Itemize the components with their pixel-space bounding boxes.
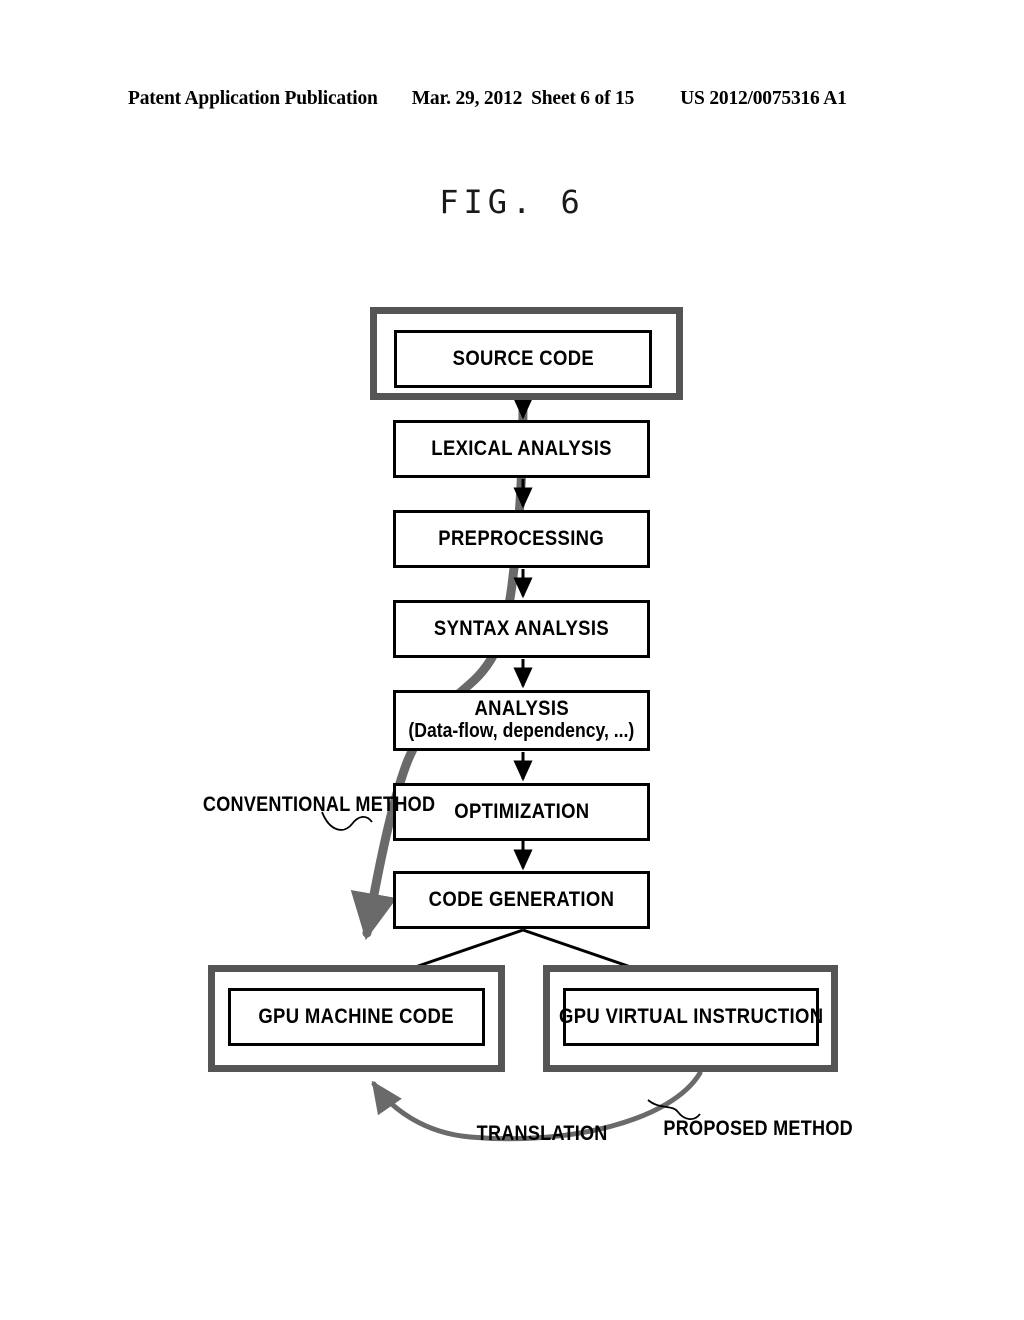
lexical-analysis-label: LEXICAL ANALYSIS [431,436,612,460]
source-code-label: SOURCE CODE [452,346,594,370]
header-date: Mar. 29, 2012 [411,88,523,109]
preprocessing-label: PREPROCESSING [438,526,605,550]
code-generation-label: CODE GENERATION [428,887,615,911]
conventional-method-label: CONVENTIONAL METHOD [202,793,436,816]
header-publication: Patent Application Publication [128,88,378,109]
analysis-sublabel: (Data-flow, dependency, ...) [408,720,635,743]
analysis-label: ANALYSIS [474,697,569,721]
gpu-virtual-instruction-label: GPU VIRTUAL INSTRUCTION [558,1004,824,1028]
header-patent-number: US 2012/0075316 A1 [680,88,847,109]
proposed-method-label: PROPOSED METHOD [663,1117,853,1140]
gpu-machine-code-label: GPU MACHINE CODE [258,1004,455,1028]
code-generation-box[interactable]: CODE GENERATION [393,871,650,929]
preprocessing-box[interactable]: PREPROCESSING [393,510,650,568]
figure-title: FIG. 6 [439,183,585,221]
source-code-box[interactable]: SOURCE CODE [394,330,652,388]
lexical-analysis-box[interactable]: LEXICAL ANALYSIS [393,420,650,478]
syntax-analysis-label: SYNTAX ANALYSIS [433,616,610,640]
gpu-virtual-instruction-box[interactable]: GPU VIRTUAL INSTRUCTION [559,988,823,1046]
header-sheet: Sheet 6 of 15 [531,88,635,109]
page-header: Patent Application Publication Mar. 29, … [128,88,896,114]
patent-figure-page: Patent Application Publication Mar. 29, … [0,0,1024,1320]
analysis-box[interactable]: ANALYSIS (Data-flow, dependency, ...) [393,690,650,751]
optimization-label: OPTIMIZATION [453,799,590,823]
gpu-machine-code-box[interactable]: GPU MACHINE CODE [228,988,485,1046]
syntax-analysis-box[interactable]: SYNTAX ANALYSIS [393,600,650,658]
conventional-method-path [350,395,528,941]
translation-label: TRANSLATION [476,1122,608,1145]
